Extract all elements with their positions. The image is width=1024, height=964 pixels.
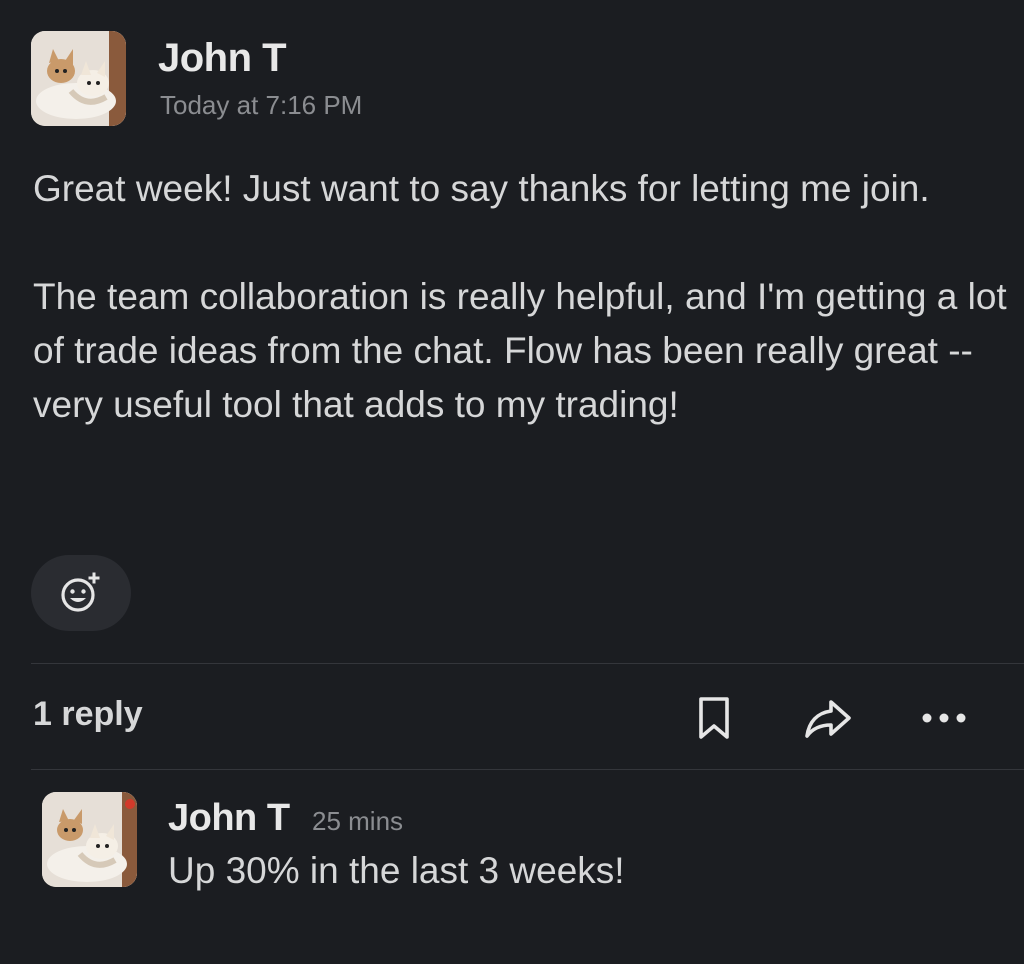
- dog-photo-avatar-icon: [42, 792, 137, 887]
- reply-author-avatar[interactable]: [42, 792, 137, 887]
- reply-count-link[interactable]: 1 reply: [33, 695, 143, 734]
- bookmark-icon: [699, 697, 729, 739]
- message-paragraph: Great week! Just want to say thanks for …: [33, 168, 930, 209]
- divider: [31, 769, 1024, 770]
- message-paragraph: The team collaboration is really helpful…: [33, 276, 1007, 425]
- message-thread-view: John T Today at 7:16 PM Great week! Just…: [0, 0, 1024, 964]
- reply-timestamp: 25 mins: [312, 806, 404, 836]
- more-icon: [922, 713, 966, 723]
- message-author-name[interactable]: John T: [158, 36, 287, 81]
- share-icon: [805, 700, 851, 738]
- add-reaction-icon: [61, 571, 100, 612]
- reply-text: Up 30% in the last 3 weeks!: [168, 850, 625, 891]
- bookmark-button[interactable]: [686, 690, 742, 746]
- message-timestamp: Today at 7:16 PM: [160, 90, 363, 120]
- divider: [31, 663, 1024, 664]
- share-button[interactable]: [800, 690, 856, 746]
- author-avatar[interactable]: [31, 31, 126, 126]
- message-body: Great week! Just want to say thanks for …: [33, 162, 1008, 432]
- add-reaction-button[interactable]: [31, 555, 131, 631]
- dog-photo-avatar-icon: [31, 31, 126, 126]
- reply-author-name[interactable]: John T: [168, 797, 290, 840]
- more-actions-button[interactable]: [916, 690, 972, 746]
